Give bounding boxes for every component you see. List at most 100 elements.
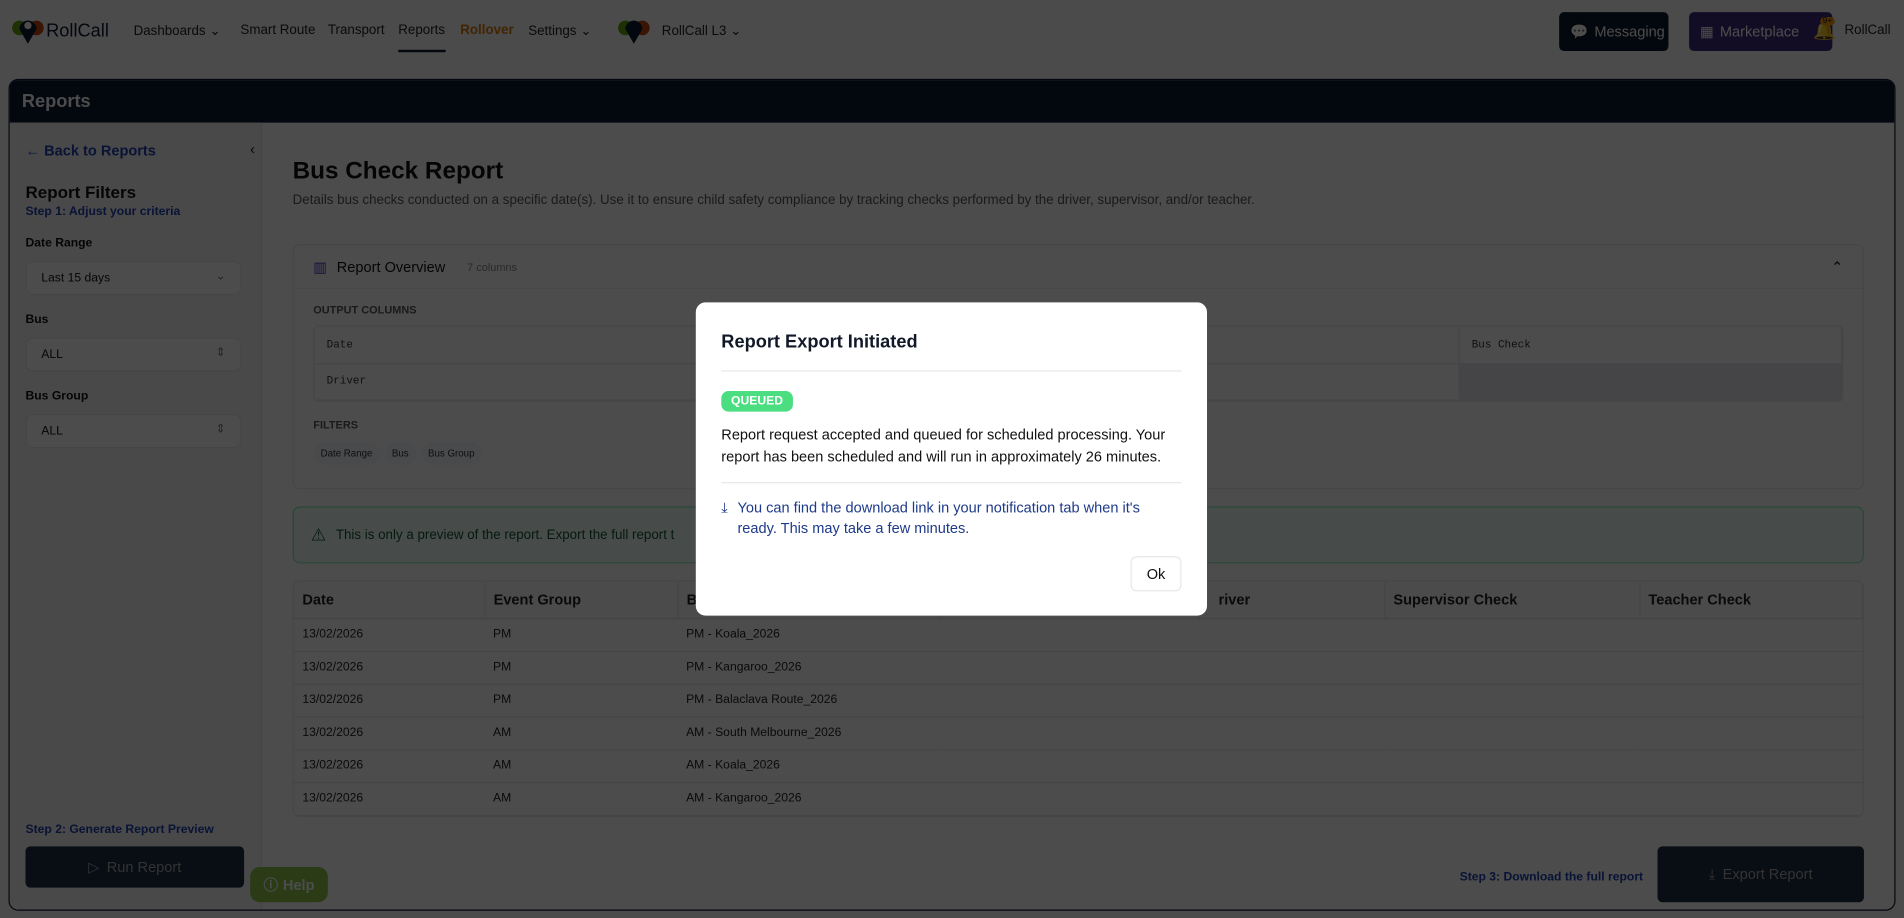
modal-info: ⤓ You can find the download link in your … [721,498,1181,539]
table-cell: PM - Kangaroo_2026 [677,650,939,685]
logo[interactable]: RollCall [10,15,109,47]
column-chip: Bus Check [1458,326,1843,364]
column-header[interactable]: Supervisor Check [1384,581,1640,619]
column-header[interactable]: Date [293,581,486,619]
user-menu[interactable]: RollCall [1845,23,1891,38]
chart-icon: ▥ [313,258,328,276]
table-cell: AM - Kangaroo_2026 [677,782,939,816]
notification-bell[interactable]: 🔔 9+ [1813,17,1836,41]
nav-dashboards[interactable]: Dashboards ⌄ [134,23,221,39]
table-cell: AM [484,782,678,816]
page-title: Bus Check Report [292,157,504,185]
top-nav: RollCall Dashboards ⌄ Smart Route Transp… [0,0,1904,63]
table-cell: 13/02/2026 [293,618,485,652]
empty-cell [1458,363,1843,401]
table-cell [938,782,1199,816]
bus-label: Bus [25,313,49,327]
table-cell: 13/02/2026 [293,683,485,718]
date-range-label: Date Range [25,236,93,251]
table-cell: PM - Balaclava Route_2026 [677,683,939,718]
table-cell [1639,749,1863,783]
help-button[interactable]: ⓘ Help [250,867,328,903]
table-cell [1198,749,1385,783]
ok-button[interactable]: Ok [1130,556,1182,592]
table-cell [1198,782,1385,816]
table-cell: PM - Koala_2026 [677,618,939,652]
table-cell [1639,650,1863,685]
account-logo-icon [617,16,651,49]
bus-select[interactable]: ALL ⇕ [25,337,242,372]
table-cell [1198,683,1385,718]
status-badge: QUEUED [721,391,793,412]
table-cell: AM [484,716,678,750]
table-cell: 13/02/2026 [293,749,485,783]
messaging-button[interactable]: 💬 Messaging [1559,12,1669,52]
table-cell [938,650,1199,685]
nav-rollover[interactable]: Rollover [460,23,513,38]
filter-chip: Bus [384,441,416,465]
table-row: 13/02/2026 PM PM - Balaclava Route_2026 [293,683,1863,718]
message-alert-icon: ⚠ [310,524,327,545]
table-cell: 13/02/2026 [293,716,485,750]
logo-pin-icon [12,20,44,44]
table-cell [1384,782,1640,816]
column-header[interactable]: river [1198,581,1385,619]
modal-message: Report request accepted and queued for s… [721,426,1166,466]
filter-chip: Date Range [313,441,380,465]
notification-badge: 9+ [1820,17,1835,26]
nav-smart-route[interactable]: Smart Route [240,23,315,38]
table-row: 13/02/2026 PM PM - Koala_2026 [293,618,1863,652]
date-range-select[interactable]: Last 15 days ⌄ [25,261,242,296]
nav-transport[interactable]: Transport [328,23,385,38]
table-cell [1639,618,1863,652]
chevron-up-icon[interactable]: ⌃ [1831,258,1843,275]
table-cell [1384,716,1640,750]
message-icon: 💬 [1570,23,1589,41]
filters-sidebar: ← Back to Reports ‹ Report Filters Step … [9,122,263,910]
play-icon: ▷ [88,858,100,876]
table-cell [938,716,1199,750]
nav-settings[interactable]: Settings ⌄ [528,23,591,39]
table-cell [938,683,1199,718]
download-icon: ⤓ [721,499,728,517]
filters-title: Report Filters [25,182,137,202]
updown-icon: ⇕ [215,346,226,360]
table-cell: PM [484,650,678,685]
table-cell: 13/02/2026 [293,782,485,816]
bus-group-select[interactable]: ALL ⇕ [25,414,242,449]
run-report-button[interactable]: ▷ Run Report [25,846,245,888]
export-modal: Report Export Initiated QUEUED Report re… [695,302,1208,616]
export-report-button[interactable]: ⤓ Export Report [1657,846,1864,903]
table-cell: AM - Koala_2026 [677,749,939,783]
step1-label: Step 1: Adjust your criteria [25,205,181,219]
table-cell [1639,683,1863,718]
table-cell: AM - South Melbourne_2026 [677,716,939,750]
column-header[interactable]: Event Group [484,581,679,619]
table-row: 13/02/2026 AM AM - Kangaroo_2026 [293,782,1863,816]
back-to-reports-link[interactable]: ← Back to Reports [26,142,156,159]
step2-label: Step 2: Generate Report Preview [25,823,214,837]
filter-chip: Bus Group [420,441,482,465]
table-cell: PM [484,683,678,718]
table-cell [1384,683,1640,718]
step3-label: Step 3: Download the full report [1459,870,1644,885]
account-switcher[interactable]: RollCall L3 ⌄ [662,23,742,39]
marketplace-button[interactable]: ▦ Marketplace [1689,12,1833,52]
table-cell: PM [484,618,678,652]
table-row: 13/02/2026 PM PM - Kangaroo_2026 [293,650,1863,685]
table-cell [1198,618,1385,652]
table-cell [1384,650,1640,685]
brand-name: RollCall [46,20,109,41]
preview-table: Date Event Group Briver Supervisor Check Tea… [292,580,1864,817]
table-cell [1384,749,1640,783]
table-cell [938,618,1199,652]
table-cell [1639,716,1863,750]
modal-title: Report Export Initiated [721,331,918,353]
nav-reports[interactable]: Reports [398,23,446,53]
store-icon: ▦ [1700,23,1714,41]
download-icon: ⤓ [1708,865,1716,883]
collapse-sidebar-button[interactable]: ‹ [250,141,255,158]
column-header[interactable]: Teacher Check [1639,581,1863,619]
overview-header[interactable]: ▥ Report Overview 7 columns ⌃ [293,245,1863,290]
table-cell [1384,618,1640,652]
